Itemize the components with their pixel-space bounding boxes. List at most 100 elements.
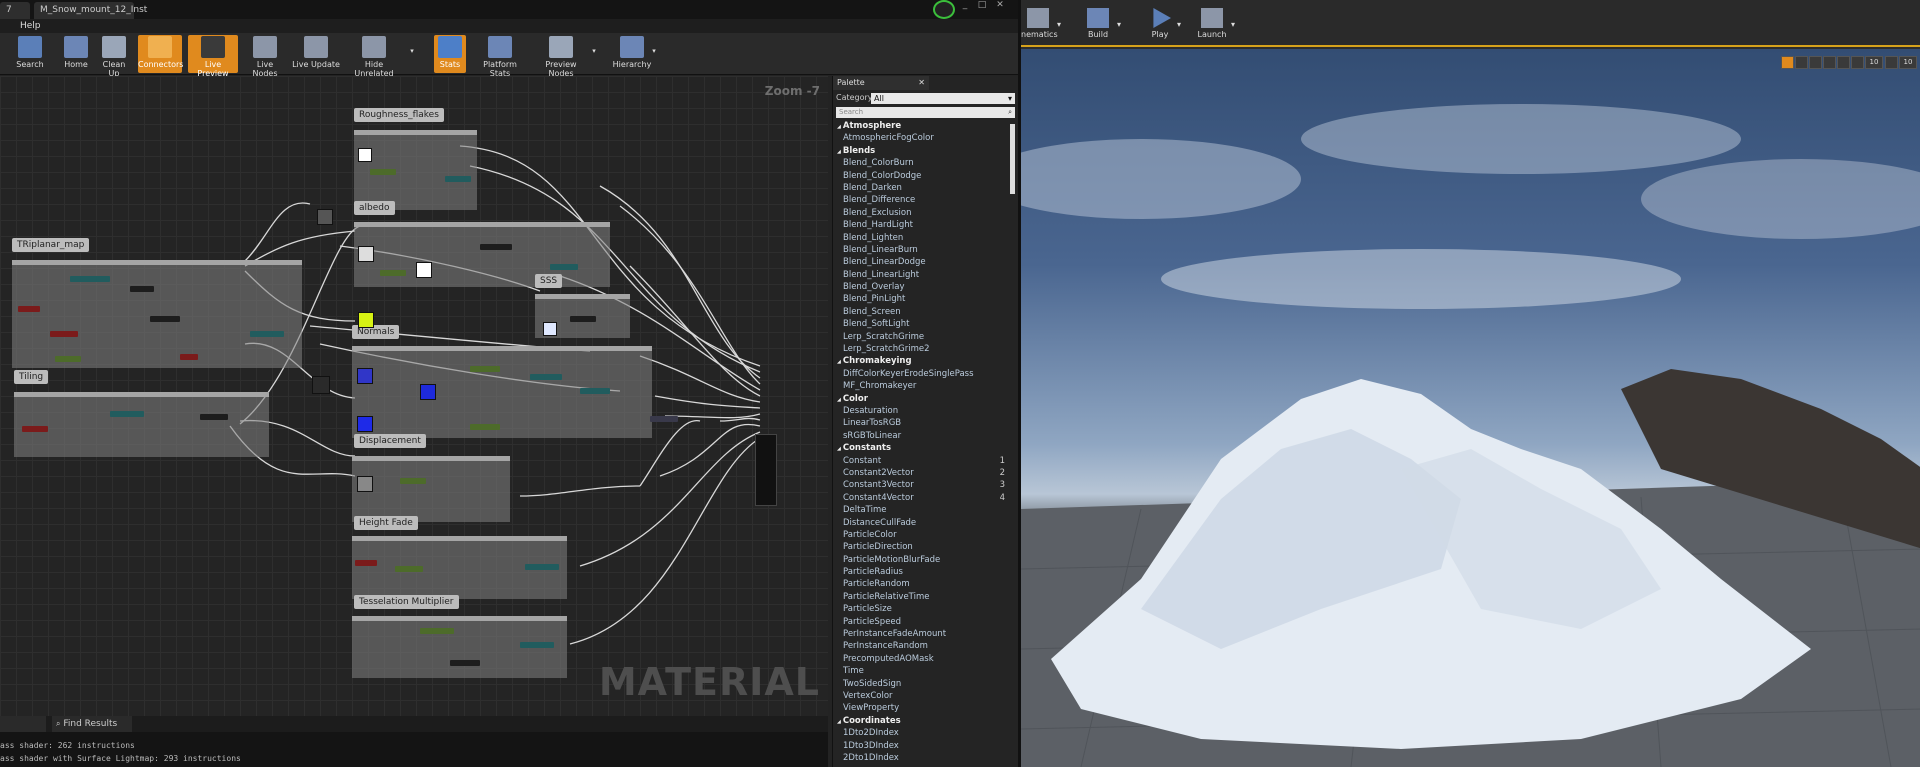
palette-item[interactable]: Blend_PinLight bbox=[833, 293, 1013, 305]
palette-item[interactable]: 1Dto2DIndex bbox=[833, 727, 1013, 739]
albedo-texture-sample[interactable] bbox=[358, 148, 372, 162]
graph-node[interactable] bbox=[570, 316, 596, 322]
palette-item[interactable]: DistanceCullFade bbox=[833, 517, 1013, 529]
palette-item[interactable]: TwoSidedSign bbox=[833, 678, 1013, 690]
palette-item[interactable]: Lerp_ScratchGrime bbox=[833, 331, 1013, 343]
graph-node[interactable] bbox=[18, 306, 40, 312]
play-dropdown-icon[interactable]: ▾ bbox=[1175, 20, 1183, 29]
material-output-node[interactable] bbox=[755, 434, 777, 506]
document-tab[interactable]: M_Snow_mount_12_Inst bbox=[34, 2, 147, 19]
palette-item[interactable]: Blend_SoftLight bbox=[833, 318, 1013, 330]
palette-item[interactable]: Blend_Difference bbox=[833, 194, 1013, 206]
graph-node[interactable] bbox=[200, 414, 228, 420]
palette-item[interactable]: Blend_Exclusion bbox=[833, 207, 1013, 219]
palette-item[interactable]: Constant 1 bbox=[833, 455, 1013, 467]
stats-tab[interactable] bbox=[0, 716, 46, 732]
play-button[interactable]: Play bbox=[1147, 8, 1173, 39]
palette-item[interactable]: AtmosphericFogColor bbox=[833, 132, 1013, 144]
stats-button[interactable]: Stats bbox=[434, 35, 466, 73]
palette-item[interactable]: 2Dto1DIndex bbox=[833, 752, 1013, 764]
palette-item[interactable]: DeltaTime bbox=[833, 504, 1013, 516]
palette-item[interactable]: ParticleDirection bbox=[833, 541, 1013, 553]
live-preview-button[interactable]: Live Preview bbox=[188, 35, 238, 78]
comment-tiling[interactable] bbox=[14, 392, 269, 457]
palette-item[interactable]: ViewProperty bbox=[833, 702, 1013, 714]
palette-item[interactable]: PerInstanceFadeAmount bbox=[833, 628, 1013, 640]
palette-item[interactable]: Blend_Overlay bbox=[833, 281, 1013, 293]
palette-item[interactable]: ParticleColor bbox=[833, 529, 1013, 541]
globe-icon[interactable] bbox=[1823, 56, 1836, 69]
palette-list[interactable]: ◢ Atmosphere AtmosphericFogColor ◢ Blends Ble… bbox=[833, 120, 1013, 767]
platform-stats-button[interactable]: Platform Stats bbox=[472, 35, 528, 78]
hide-unrelated-button[interactable]: Hide Unrelated bbox=[345, 35, 403, 78]
palette-category[interactable]: ◢ Chromakeying bbox=[833, 355, 1013, 367]
build-dropdown-icon[interactable]: ▾ bbox=[1115, 20, 1123, 29]
expand-arrow-icon[interactable]: ◢ bbox=[837, 397, 841, 403]
palette-item[interactable]: Desaturation bbox=[833, 405, 1013, 417]
comment-albedo[interactable] bbox=[354, 222, 610, 287]
grid-snap-icon[interactable] bbox=[1851, 56, 1864, 69]
graph-node[interactable] bbox=[470, 424, 500, 430]
expand-arrow-icon[interactable]: ◢ bbox=[837, 446, 841, 452]
category-dropdown[interactable]: All ▾ bbox=[871, 93, 1015, 104]
graph-node[interactable] bbox=[370, 169, 396, 175]
search-button[interactable]: Search bbox=[14, 35, 46, 73]
graph-node[interactable] bbox=[50, 331, 78, 337]
expand-arrow-icon[interactable]: ◢ bbox=[837, 149, 841, 155]
transform-icon[interactable] bbox=[1781, 56, 1794, 69]
graph-node[interactable] bbox=[525, 564, 559, 570]
palette-category[interactable]: ◢ Coordinates bbox=[833, 715, 1013, 727]
graph-node[interactable] bbox=[395, 566, 423, 572]
graph-node[interactable] bbox=[520, 642, 554, 648]
level-viewport[interactable]: 10 10 bbox=[1021, 49, 1920, 767]
palette-category[interactable]: ◢ Blends bbox=[833, 145, 1013, 157]
palette-item[interactable]: sRGBToLinear bbox=[833, 430, 1013, 442]
palette-tab[interactable]: Palette ✕ bbox=[833, 76, 929, 90]
palette-item[interactable]: PerInstanceRandom bbox=[833, 640, 1013, 652]
palette-item[interactable]: VertexColor bbox=[833, 690, 1013, 702]
live-update-button[interactable]: Live Update bbox=[292, 35, 340, 73]
graph-node[interactable] bbox=[580, 388, 610, 394]
displacement-texture-sample[interactable] bbox=[357, 476, 373, 492]
palette-item[interactable]: Time bbox=[833, 665, 1013, 677]
graph-node[interactable] bbox=[70, 276, 110, 282]
normal-texture-sample[interactable] bbox=[357, 416, 373, 432]
sss-color[interactable] bbox=[543, 322, 557, 336]
clean-up-button[interactable]: Clean Up bbox=[96, 35, 132, 78]
graph-node[interactable] bbox=[355, 560, 377, 566]
live-nodes-button[interactable]: Live Nodes bbox=[244, 35, 286, 78]
palette-category[interactable]: ◢ Atmosphere bbox=[833, 120, 1013, 132]
close-icon[interactable]: ✕ bbox=[918, 78, 925, 87]
graph-node[interactable] bbox=[480, 244, 512, 250]
palette-item[interactable]: 1Dto3DIndex bbox=[833, 740, 1013, 752]
graph-node[interactable] bbox=[150, 316, 180, 322]
cinematics-button[interactable]: nematics bbox=[1021, 8, 1058, 39]
palette-item[interactable]: Constant3Vector 3 bbox=[833, 479, 1013, 491]
palette-category[interactable]: ◢ Constants bbox=[833, 442, 1013, 454]
palette-item[interactable]: Blend_LinearDodge bbox=[833, 256, 1013, 268]
normal-texture-sample[interactable] bbox=[357, 368, 373, 384]
graph-node[interactable] bbox=[180, 354, 198, 360]
palette-item[interactable]: PrecomputedAOMask bbox=[833, 653, 1013, 665]
palette-item[interactable]: Blend_ColorBurn bbox=[833, 157, 1013, 169]
find-results-tab[interactable]: ⌕ Find Results bbox=[52, 716, 132, 732]
palette-item[interactable]: Blend_Lighten bbox=[833, 232, 1013, 244]
graph-node[interactable] bbox=[110, 411, 144, 417]
palette-scrollbar[interactable] bbox=[1010, 124, 1015, 194]
graph-node[interactable] bbox=[450, 660, 480, 666]
palette-item[interactable]: ParticleSize bbox=[833, 603, 1013, 615]
cinematics-dropdown-icon[interactable]: ▾ bbox=[1055, 20, 1063, 29]
expand-arrow-icon[interactable]: ◢ bbox=[837, 124, 841, 130]
graph-node[interactable] bbox=[22, 426, 48, 432]
palette-item[interactable]: Lerp_ScratchGrime2 bbox=[833, 343, 1013, 355]
graph-node[interactable] bbox=[650, 416, 678, 422]
palette-item[interactable]: Blend_LinearBurn bbox=[833, 244, 1013, 256]
close-icon[interactable]: ✕ bbox=[993, 0, 1007, 10]
palette-item[interactable]: Blend_Screen bbox=[833, 306, 1013, 318]
surface-snap-icon[interactable] bbox=[1837, 56, 1850, 69]
expand-arrow-icon[interactable]: ◢ bbox=[837, 719, 841, 725]
home-button[interactable]: Home bbox=[60, 35, 92, 73]
palette-item[interactable]: ParticleRadius bbox=[833, 566, 1013, 578]
palette-item[interactable]: ParticleSpeed bbox=[833, 616, 1013, 628]
rotate-icon[interactable] bbox=[1795, 56, 1808, 69]
